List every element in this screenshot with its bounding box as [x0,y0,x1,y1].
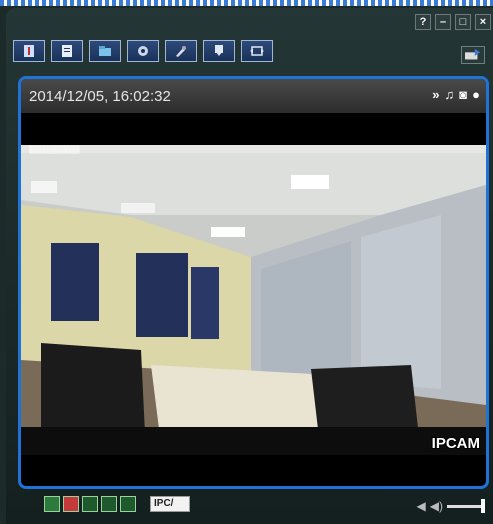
volume-knob[interactable] [481,498,485,513]
camera-icon[interactable]: ◙ [459,88,467,102]
download-icon [215,45,223,56]
volume-slider[interactable] [447,498,485,513]
layout-selector [44,496,136,512]
osd-overlay: ▒▒▒▒▒▒▒▒▒▒▒▒ [29,146,80,154]
video-header-icons: » ♫ ◙ ● [432,88,480,102]
close-button[interactable]: × [475,14,491,30]
resize-button[interactable] [241,40,273,62]
camera-feed-image [21,145,486,455]
chat-icon[interactable]: ● [472,88,480,102]
minimize-button[interactable]: – [435,14,451,30]
grid-1-icon[interactable] [63,496,79,512]
forward-icon[interactable]: » [432,88,439,102]
camera-tab[interactable]: IPC/ [150,496,190,512]
mute-icon[interactable]: ◀ [417,499,426,513]
volume-control: ◀ ◀) [417,498,485,513]
fullscreen-icon[interactable] [120,496,136,512]
maximize-button[interactable]: □ [455,14,471,30]
tools-icon [176,46,186,57]
speaker-icon[interactable]: ◀) [430,499,443,513]
resize-icon [250,46,264,56]
download-button[interactable] [203,40,235,62]
dashed-border [0,0,493,6]
document-icon [62,45,72,57]
document-button[interactable] [51,40,83,62]
video-header: 2014/12/05, 16:02:32 » ♫ ◙ ● [21,79,486,113]
headphones-icon[interactable]: ♫ [445,88,455,102]
tools-button[interactable] [165,40,197,62]
folder-icon [99,46,111,56]
grid-3-icon[interactable] [101,496,117,512]
video-pane[interactable]: 2014/12/05, 16:02:32 » ♫ ◙ ● ▒▒▒▒▒▒▒▒▒▒▒… [18,76,489,489]
help-button[interactable]: ? [415,14,431,30]
info-icon [24,45,34,57]
timestamp: 2014/12/05, 16:02:32 [29,88,171,105]
grid-2-icon[interactable] [82,496,98,512]
camera-label: IPCAM [431,435,480,452]
folder-button[interactable] [89,40,121,62]
grid-4-icon[interactable] [44,496,60,512]
info-button[interactable] [13,40,45,62]
settings-icon [138,46,148,56]
bottom-bar: IPC/ ◀ ◀) [18,490,489,524]
settings-button[interactable] [127,40,159,62]
export-button[interactable] [461,46,485,64]
window-controls: ? – □ × [415,14,491,30]
export-icon [465,48,481,60]
main-toolbar [13,40,273,62]
